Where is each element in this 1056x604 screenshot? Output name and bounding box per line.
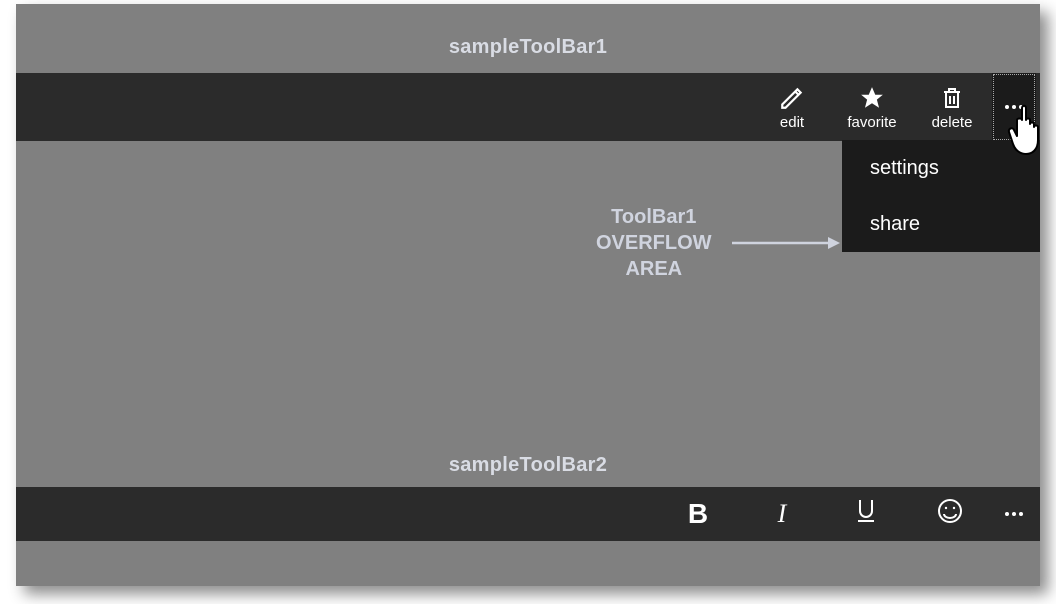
more-icon: [1005, 105, 1023, 109]
favorite-label: favorite: [847, 114, 896, 131]
italic-button[interactable]: I: [740, 487, 824, 541]
trash-icon: [938, 84, 966, 112]
app-stage: sampleToolBar1 edit favorite: [16, 4, 1040, 586]
annotation-text: ToolBar1 OVERFLOW AREA: [596, 204, 712, 282]
overflow-item-settings[interactable]: settings: [842, 140, 1040, 196]
overflow-item-label: settings: [870, 157, 939, 180]
overflow-item-label: share: [870, 213, 920, 236]
edit-button[interactable]: edit: [752, 73, 832, 141]
favorite-button[interactable]: favorite: [832, 73, 912, 141]
toolbar2: B I: [16, 487, 1040, 541]
star-icon: [858, 84, 886, 112]
toolbar1-overflow-menu: settings share: [842, 140, 1040, 252]
edit-icon: [778, 84, 806, 112]
underline-button[interactable]: [824, 487, 908, 541]
toolbar1-more-button[interactable]: [992, 73, 1036, 141]
arrow-right-icon: [730, 233, 840, 253]
more-icon: [1005, 512, 1023, 516]
emoticon-button[interactable]: [908, 487, 992, 541]
overflow-item-share[interactable]: share: [842, 196, 1040, 252]
underline-icon: [855, 497, 877, 532]
overflow-annotation: ToolBar1 OVERFLOW AREA: [596, 204, 840, 282]
toolbar2-title: sampleToolBar2: [16, 454, 1040, 487]
delete-button[interactable]: delete: [912, 73, 992, 141]
delete-label: delete: [932, 114, 973, 131]
toolbar1: edit favorite delete: [16, 73, 1040, 141]
bold-icon: B: [688, 498, 708, 530]
edit-label: edit: [780, 114, 804, 131]
toolbar2-more-button[interactable]: [992, 487, 1036, 541]
emoticon-icon: [937, 498, 963, 531]
toolbar1-title: sampleToolBar1: [16, 4, 1040, 73]
italic-icon: I: [778, 499, 787, 529]
bold-button[interactable]: B: [656, 487, 740, 541]
